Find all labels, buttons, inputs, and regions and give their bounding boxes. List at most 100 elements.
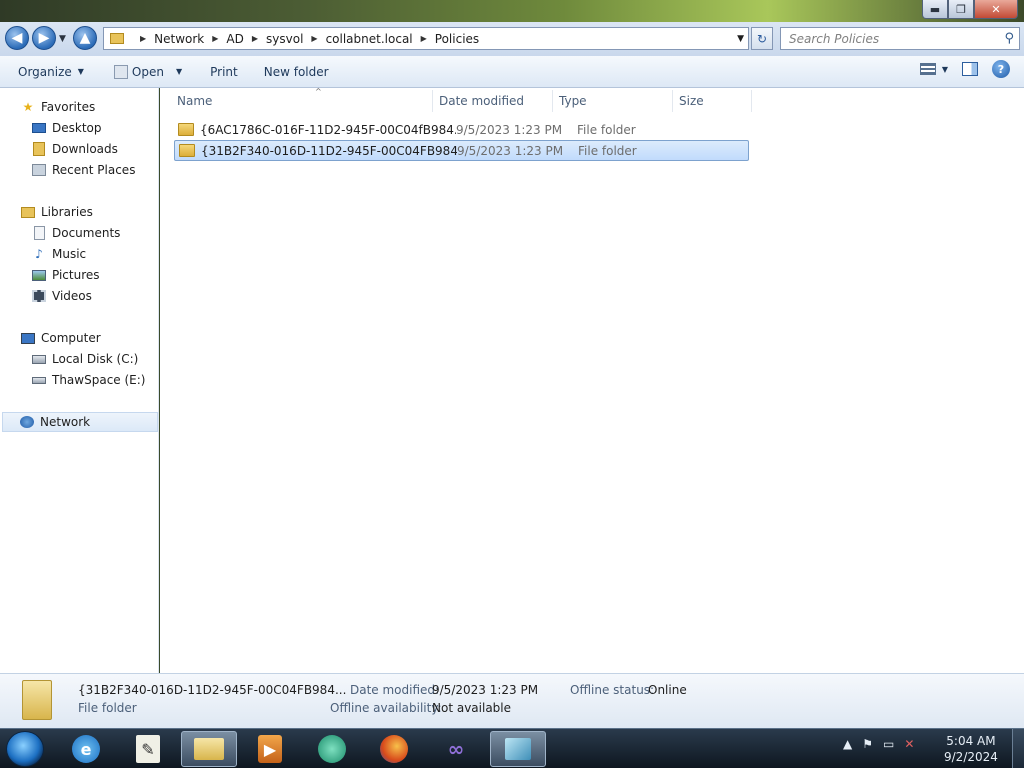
music-icon: ♪ <box>35 247 43 261</box>
search-input[interactable] <box>789 31 989 46</box>
taskbar-media-player[interactable]: ▶ <box>242 731 298 767</box>
file-row-selected[interactable]: {31B2F340-016D-11D2-945F-00C04FB984... 9… <box>174 140 749 161</box>
breadcrumb-separator[interactable]: ▶ <box>212 34 218 43</box>
taskbar-firefox[interactable] <box>366 731 422 767</box>
nav-pictures[interactable]: Pictures <box>31 265 100 285</box>
nav-recent-places[interactable]: Recent Places <box>31 160 135 180</box>
navigation-pane: ★ Favorites Desktop Downloads Recent Pla… <box>0 88 159 673</box>
taskbar-windows-explorer[interactable] <box>181 731 237 767</box>
breadcrumb-item[interactable]: Network <box>154 32 204 46</box>
column-divider[interactable] <box>432 90 433 112</box>
forward-button[interactable]: ▶ <box>32 26 56 50</box>
notepad-icon: ✎ <box>136 735 160 763</box>
column-label: Size <box>679 94 704 108</box>
preview-pane-icon[interactable] <box>962 62 978 76</box>
details-pane: {31B2F340-016D-11D2-945F-00C04FB984... F… <box>0 673 1024 728</box>
nav-documents[interactable]: Documents <box>31 223 120 243</box>
open-button[interactable]: Open ▼ <box>106 60 190 84</box>
file-type: File folder <box>577 122 636 137</box>
nav-downloads[interactable]: Downloads <box>31 139 118 159</box>
show-hidden-icons-icon[interactable]: ▲ <box>843 737 852 751</box>
print-button[interactable]: Print <box>202 60 246 84</box>
details-offline-availability-value: Not available <box>432 701 512 715</box>
maximize-button[interactable]: ❐ <box>948 0 974 19</box>
volume-muted-icon[interactable]: ✕ <box>904 737 914 751</box>
clock[interactable]: 5:04 AM 9/2/2024 <box>944 733 998 765</box>
taskbar-visual-studio[interactable]: ∞ <box>428 731 484 767</box>
taskbar-internet-explorer[interactable]: e <box>58 731 114 767</box>
computer-icon <box>20 330 36 346</box>
recent-pages-dropdown[interactable]: ▼ <box>59 34 66 44</box>
print-label: Print <box>210 64 238 79</box>
nav-music[interactable]: ♪ Music <box>31 244 86 264</box>
taskbar-app-green[interactable] <box>304 731 360 767</box>
network-icon <box>19 414 35 430</box>
action-center-flag-icon[interactable]: ⚑ <box>862 737 873 751</box>
chevron-down-icon: ▼ <box>175 67 183 76</box>
column-divider[interactable] <box>552 90 553 112</box>
column-label: Type <box>559 94 587 108</box>
details-offline-status-label: Offline status: <box>570 683 655 697</box>
open-label: Open <box>131 64 164 79</box>
file-date: 9/5/2023 1:23 PM <box>457 143 564 158</box>
search-icon[interactable]: ⚲ <box>1004 31 1014 46</box>
nav-label: Videos <box>52 289 92 303</box>
globe-icon <box>318 735 346 763</box>
breadcrumb-separator[interactable]: ▶ <box>311 34 317 43</box>
nav-computer[interactable]: Computer <box>20 328 101 348</box>
taskbar-app-active[interactable] <box>490 731 546 767</box>
up-button[interactable]: ▲ <box>73 26 97 50</box>
details-name: {31B2F340-016D-11D2-945F-00C04FB984... <box>78 683 347 697</box>
minimize-button[interactable]: ▬ <box>922 0 948 19</box>
breadcrumb-item[interactable]: Policies <box>435 32 479 46</box>
hard-drive-icon <box>31 351 47 367</box>
column-header-size[interactable]: Size <box>679 88 749 114</box>
breadcrumb-separator[interactable]: ▶ <box>252 34 258 43</box>
nav-label: Favorites <box>41 100 96 114</box>
nav-local-disk[interactable]: Local Disk (C:) <box>31 349 138 369</box>
organize-button[interactable]: Organize ▼ <box>10 60 92 84</box>
documents-icon <box>31 225 47 241</box>
nav-label: Pictures <box>52 268 100 282</box>
search-box[interactable]: ⚲ <box>780 27 1020 50</box>
nav-label: Music <box>52 247 87 261</box>
back-button[interactable]: ◀ <box>5 26 29 50</box>
file-list-pane: Name ^ Date modified Type Size {6AC1786C… <box>160 87 1024 673</box>
nav-desktop[interactable]: Desktop <box>31 118 102 138</box>
new-folder-button[interactable]: New folder <box>256 60 337 84</box>
help-icon[interactable]: ? <box>992 60 1010 78</box>
breadcrumb-separator[interactable]: ▶ <box>140 34 146 43</box>
nav-label: ThawSpace (E:) <box>52 373 146 387</box>
videos-icon <box>31 288 47 304</box>
nav-videos[interactable]: Videos <box>31 286 92 306</box>
chevron-down-icon[interactable]: ▼ <box>942 65 948 74</box>
breadcrumb-item[interactable]: sysvol <box>266 32 303 46</box>
pictures-icon <box>31 267 47 283</box>
nav-network[interactable]: Network <box>2 412 158 432</box>
folder-icon <box>179 144 195 157</box>
address-dropdown-icon[interactable]: ▼ <box>737 34 744 44</box>
nav-libraries[interactable]: Libraries <box>20 202 93 222</box>
column-header-date[interactable]: Date modified <box>439 88 552 114</box>
column-header-type[interactable]: Type <box>559 88 672 114</box>
taskbar-notepad[interactable]: ✎ <box>120 731 176 767</box>
nav-favorites[interactable]: ★ Favorites <box>20 97 96 117</box>
change-view-icon[interactable] <box>919 63 936 75</box>
show-desktop-button[interactable] <box>1012 729 1024 768</box>
refresh-button[interactable]: ↻ <box>751 27 773 50</box>
breadcrumb-item[interactable]: collabnet.local <box>326 32 413 46</box>
breadcrumb-item[interactable]: AD <box>226 32 243 46</box>
column-divider[interactable] <box>751 90 752 112</box>
close-button[interactable]: ✕ <box>974 0 1018 19</box>
start-button[interactable] <box>6 731 44 767</box>
breadcrumb-separator[interactable]: ▶ <box>421 34 427 43</box>
address-bar[interactable]: ▶ Network ▶ AD ▶ sysvol ▶ collabnet.loca… <box>103 27 749 50</box>
file-row[interactable]: {6AC1786C-016F-11D2-945F-00C04fB984... 9… <box>174 119 749 140</box>
column-header-name[interactable]: Name ^ <box>177 87 432 114</box>
internet-explorer-icon: e <box>72 735 100 763</box>
nav-label: Libraries <box>41 205 93 219</box>
folder-icon <box>22 680 52 720</box>
nav-thawspace[interactable]: ThawSpace (E:) <box>31 370 145 390</box>
network-status-icon[interactable]: ▭ <box>883 737 894 751</box>
column-divider[interactable] <box>672 90 673 112</box>
